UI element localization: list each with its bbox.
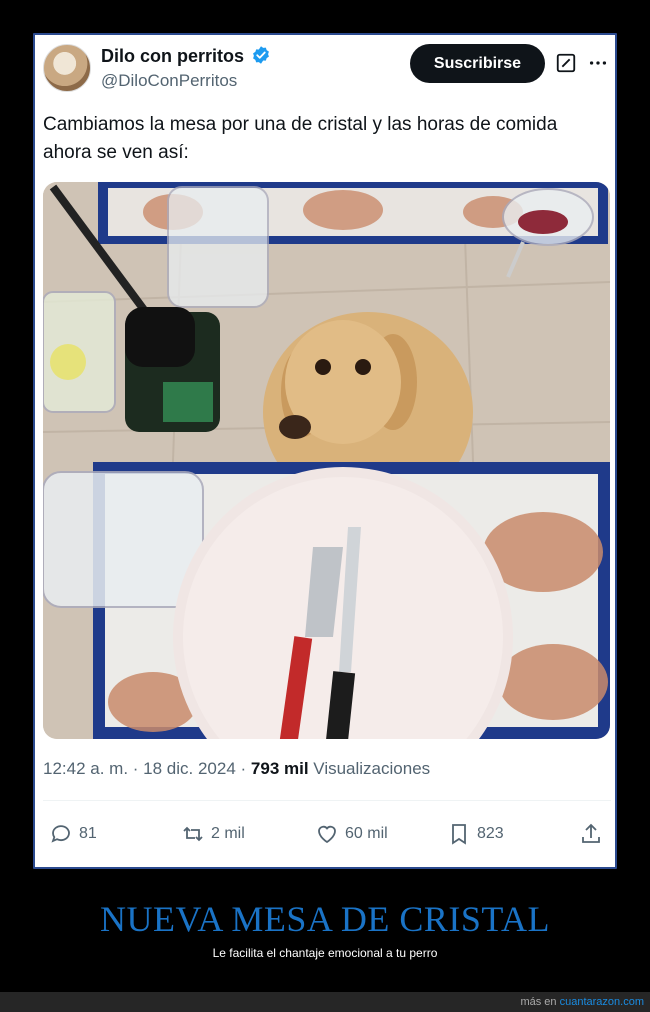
- grok-icon[interactable]: [555, 52, 577, 74]
- repost-button[interactable]: 2 mil: [181, 814, 245, 854]
- reply-icon: [51, 825, 70, 843]
- reply-button[interactable]: 81: [49, 814, 97, 854]
- footer-link[interactable]: cuantarazon.com: [560, 996, 644, 1008]
- like-button[interactable]: 60 mil: [315, 814, 388, 854]
- tweet-actions: 81 2 mil 60 mil 823: [43, 814, 609, 854]
- share-button[interactable]: [579, 814, 603, 854]
- views-label: Visualizaciones: [308, 759, 431, 778]
- like-count: 60 mil: [345, 825, 388, 842]
- subscribe-button[interactable]: Suscribirse: [410, 44, 545, 83]
- dog-under-glass-table-image: [43, 182, 610, 739]
- more-icon[interactable]: [587, 52, 609, 74]
- author-handle[interactable]: @DiloConPerritos: [101, 71, 237, 91]
- site-footer: más en cuantarazon.com: [0, 992, 650, 1012]
- divider: [43, 800, 611, 801]
- bookmark-button[interactable]: 823: [447, 814, 504, 854]
- meme-title: NUEVA MESA DE CRISTAL: [99, 899, 550, 939]
- author-name[interactable]: Dilo con perritos: [101, 46, 244, 67]
- author-avatar[interactable]: [43, 44, 91, 92]
- bookmark-icon: [452, 824, 466, 845]
- repost-icon: [183, 826, 203, 842]
- tweet-timestamp[interactable]: 12:42 a. m. · 18 dic. 2024 ·: [43, 759, 251, 778]
- meme-subtitle: Le facilita el chantaje emocional a tu p…: [212, 946, 438, 960]
- verified-badge-icon: [253, 46, 269, 64]
- tweet-card: Dilo con perritos @DiloConPerritos Suscr…: [33, 33, 617, 869]
- like-icon: [318, 825, 336, 844]
- repost-count: 2 mil: [211, 825, 245, 842]
- bookmark-count: 823: [477, 825, 504, 842]
- tweet-photo[interactable]: [43, 182, 610, 739]
- tweet-text: Cambiamos la mesa por una de cristal y l…: [43, 114, 558, 163]
- share-icon: [582, 823, 600, 843]
- views-count: 793 mil: [250, 759, 309, 778]
- reply-count: 81: [79, 825, 97, 842]
- tweet-meta: 12:42 a. m. · 18 dic. 2024 · 793 mil Vis…: [43, 759, 430, 779]
- footer-prefix: más en: [520, 996, 560, 1008]
